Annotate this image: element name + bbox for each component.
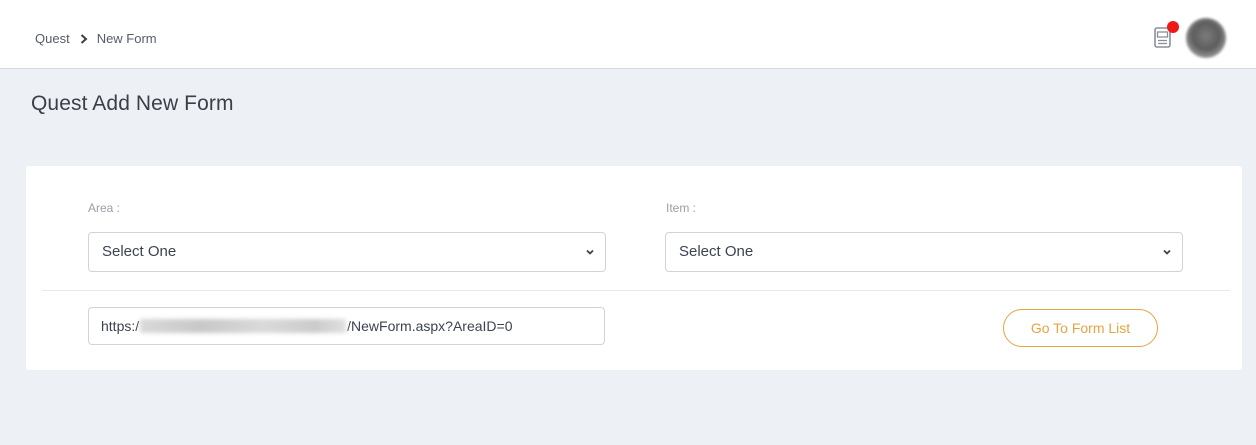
notification-button[interactable]	[1153, 21, 1179, 52]
go-to-form-list-button[interactable]: Go To Form List	[1003, 309, 1158, 347]
area-select[interactable]: Select One	[88, 232, 606, 272]
url-suffix: /NewForm.aspx?AreaID=0	[347, 318, 513, 334]
notification-badge	[1167, 21, 1179, 33]
redacted-url-segment	[140, 319, 347, 333]
item-select-value: Select One	[679, 243, 754, 260]
top-bar: Quest New Form	[0, 0, 1256, 69]
area-label: Area :	[88, 201, 121, 215]
page-title: Quest Add New Form	[31, 92, 234, 115]
area-select-value: Select One	[102, 243, 177, 260]
item-label: Item :	[666, 201, 697, 215]
form-card: Area : Select One Item : Select One http…	[26, 166, 1242, 370]
form-url-field[interactable]: https:/ /NewForm.aspx?AreaID=0	[88, 307, 605, 345]
breadcrumb-root[interactable]: Quest	[35, 31, 70, 46]
breadcrumb: Quest New Form	[35, 31, 157, 46]
divider	[42, 290, 1230, 291]
url-prefix: https:/	[101, 318, 140, 334]
item-select[interactable]: Select One	[665, 232, 1183, 272]
chevron-right-icon	[80, 33, 88, 44]
avatar[interactable]	[1186, 18, 1226, 58]
chevron-down-icon	[1163, 249, 1171, 255]
chevron-down-icon	[586, 249, 594, 255]
breadcrumb-current: New Form	[96, 31, 157, 46]
